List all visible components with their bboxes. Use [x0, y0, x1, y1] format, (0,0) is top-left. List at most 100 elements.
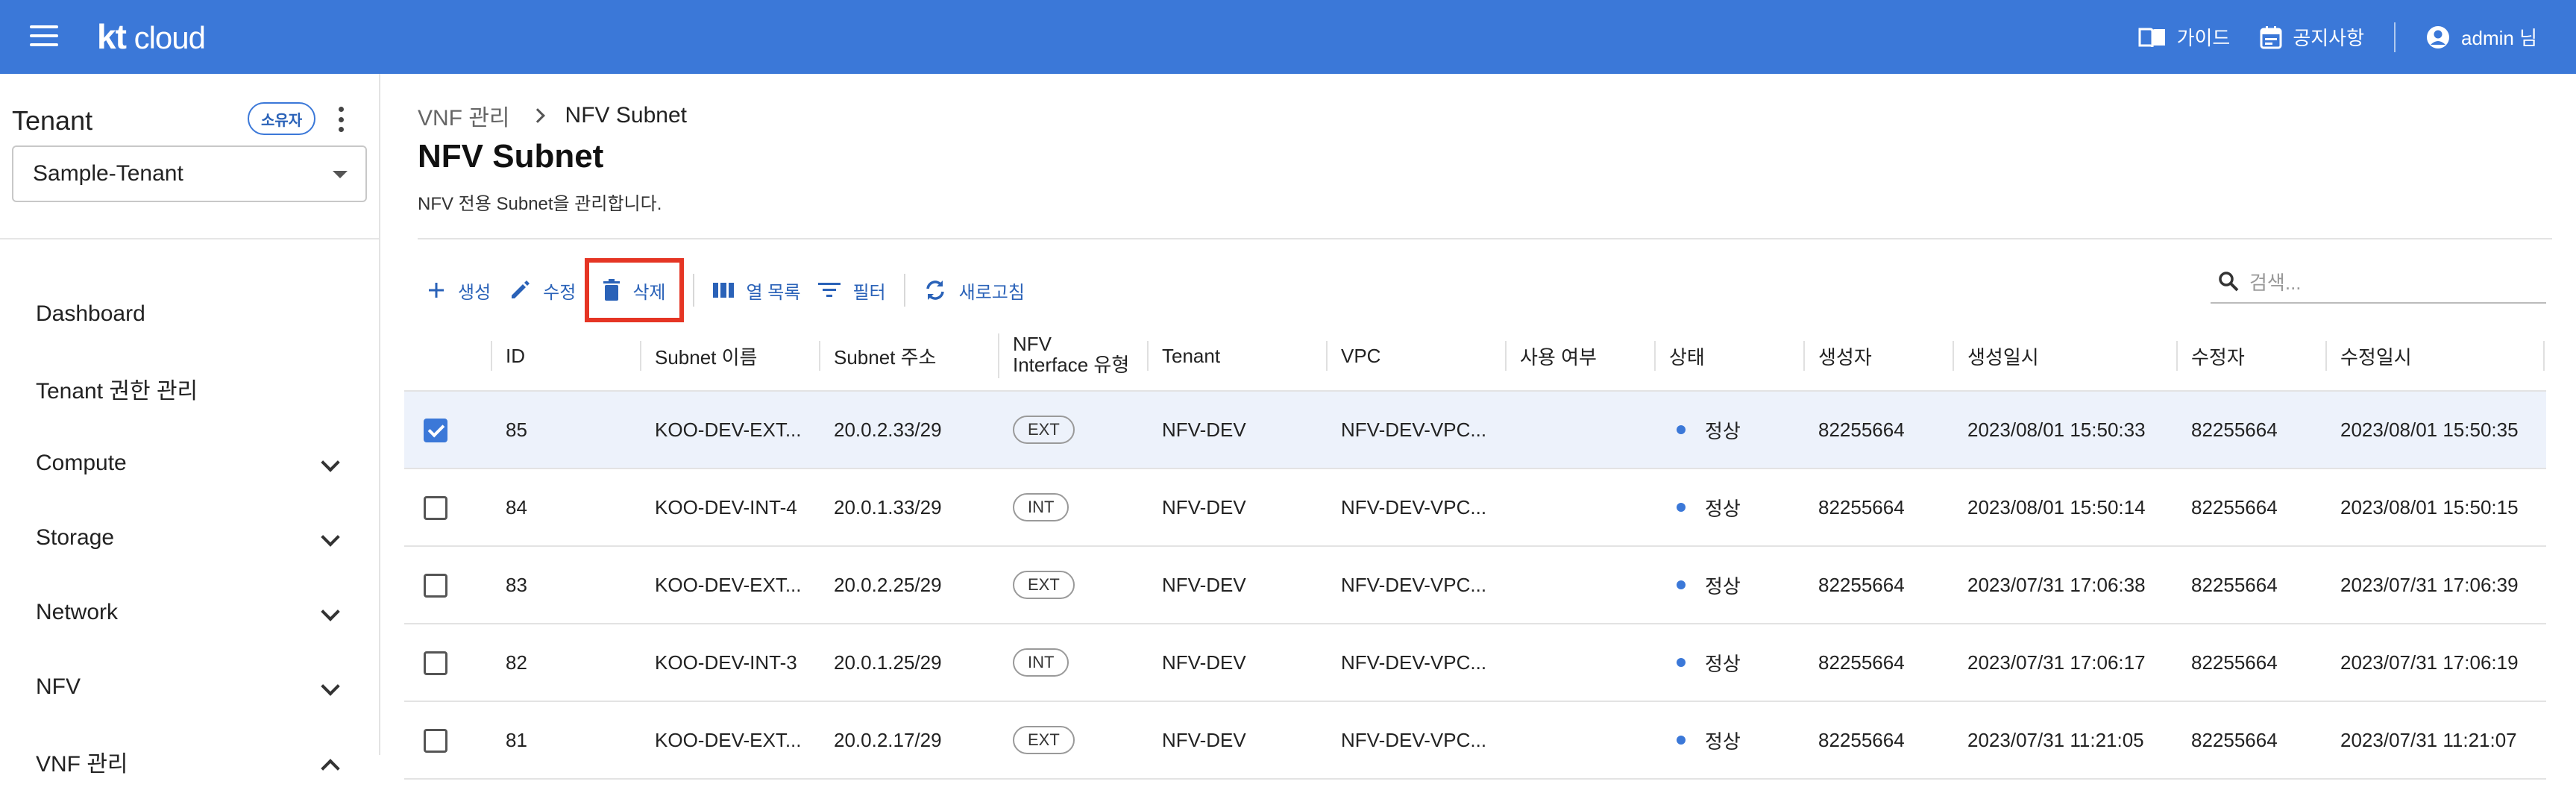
- owner-badge: 소유자: [248, 102, 316, 135]
- column-header-id[interactable]: ID: [491, 341, 525, 371]
- cell-usage: [1505, 547, 1520, 623]
- column-header-vpc[interactable]: VPC: [1326, 341, 1380, 371]
- sidebar-item-label: NFV: [36, 674, 81, 699]
- cell-vpc: NFV-DEV-VPC...: [1341, 418, 1487, 441]
- column-header-status[interactable]: 상태: [1654, 341, 1705, 371]
- sidebar-nav: Dashboard Tenant 권한 관리 Compute Storage N…: [0, 277, 379, 799]
- column-header-created-at[interactable]: 생성일시: [1953, 341, 2039, 371]
- create-button[interactable]: 생성: [418, 260, 500, 320]
- cell-subnet-address: 20.0.2.25/29: [834, 573, 942, 596]
- table-row[interactable]: 85 KOO-DEV-EXT... 20.0.2.33/29 EXT NFV-D…: [404, 392, 2546, 469]
- column-header-tenant[interactable]: Tenant: [1147, 341, 1220, 371]
- cell-subnet-address: 20.0.2.17/29: [834, 728, 942, 751]
- column-header-subnet-name[interactable]: Subnet 이름: [640, 341, 757, 371]
- view-column-icon: [712, 283, 734, 298]
- sidebar-item-label: VNF 관리: [36, 752, 128, 777]
- cell-creator: 82255664: [1818, 495, 1905, 518]
- cell-usage: [1505, 469, 1520, 545]
- cell-id: 85: [506, 418, 527, 441]
- column-header-nfv-interface-type[interactable]: NFV Interface 유형: [998, 333, 1132, 378]
- menu-icon[interactable]: [30, 25, 58, 48]
- cell-status: 정상: [1705, 652, 1741, 675]
- cell-created-at: 2023/07/31 17:06:17: [1967, 651, 2146, 674]
- column-header-creator[interactable]: 생성자: [1803, 341, 1872, 371]
- dropdown-arrow-icon: [333, 171, 348, 178]
- chevron-right-icon: [530, 108, 545, 123]
- column-header-modified-at[interactable]: 수정일시: [2325, 341, 2412, 371]
- filter-label: 필터: [852, 282, 886, 303]
- subnet-table: ID Subnet 이름 Subnet 주소 NFV Interface 유형 …: [404, 320, 2546, 780]
- row-checkbox[interactable]: [424, 651, 447, 675]
- table-row[interactable]: 83 KOO-DEV-EXT... 20.0.2.25/29 EXT NFV-D…: [404, 547, 2546, 624]
- cell-status: 정상: [1705, 730, 1741, 753]
- sidebar-item-nfv[interactable]: NFV: [0, 650, 379, 724]
- breadcrumb-current: NFV Subnet: [565, 103, 687, 128]
- cell-subnet-name: KOO-DEV-EXT...: [655, 418, 802, 441]
- main-content: VNF 관리 NFV Subnet NFV Subnet NFV 전용 Subn…: [382, 74, 2576, 780]
- cell-modified-at: 2023/08/01 15:50:15: [2340, 495, 2519, 518]
- row-checkbox[interactable]: [424, 419, 447, 442]
- cell-subnet-address: 20.0.2.33/29: [834, 418, 942, 441]
- status-dot-icon: [1677, 425, 1686, 434]
- search-field[interactable]: 검색...: [2211, 260, 2546, 304]
- cell-created-at: 2023/08/01 15:50:33: [1967, 418, 2146, 441]
- user-menu[interactable]: admin 님: [2425, 23, 2537, 51]
- delete-label: 삭제: [632, 282, 666, 303]
- sidebar-divider: [0, 238, 379, 239]
- column-header-subnet-address[interactable]: Subnet 주소: [819, 341, 936, 371]
- columns-button[interactable]: 열 목록: [703, 260, 810, 320]
- cell-subnet-name: KOO-DEV-EXT...: [655, 728, 802, 751]
- trash-icon: [603, 279, 621, 301]
- guide-link[interactable]: 가이드: [2138, 23, 2230, 51]
- book-icon: [2138, 28, 2165, 47]
- sidebar-item-tenant-permissions[interactable]: Tenant 권한 관리: [0, 351, 379, 426]
- filter-button[interactable]: 필터: [809, 260, 894, 320]
- refresh-icon: [926, 281, 944, 300]
- sidebar: Tenant 소유자 Sample-Tenant Dashboard Tenan…: [0, 74, 380, 778]
- status-dot-icon: [1677, 658, 1686, 667]
- table-row[interactable]: 81 KOO-DEV-EXT... 20.0.2.17/29 EXT NFV-D…: [404, 702, 2546, 780]
- interface-type-chip: EXT: [1013, 571, 1075, 599]
- cell-creator: 82255664: [1818, 573, 1905, 596]
- table-row[interactable]: 82 KOO-DEV-INT-3 20.0.1.25/29 INT NFV-DE…: [404, 624, 2546, 702]
- sidebar-item-network[interactable]: Network: [0, 575, 379, 650]
- breadcrumb: VNF 관리 NFV Subnet: [418, 99, 687, 132]
- cell-usage: [1505, 392, 1520, 468]
- refresh-button[interactable]: 새로고침: [914, 260, 1034, 320]
- breadcrumb-parent[interactable]: VNF 관리: [418, 99, 510, 132]
- chevron-down-icon: [321, 453, 340, 472]
- row-checkbox[interactable]: [424, 729, 447, 753]
- chevron-down-icon: [321, 677, 340, 696]
- edit-button[interactable]: 수정: [500, 260, 585, 320]
- column-header-usage[interactable]: 사용 여부: [1505, 341, 1597, 371]
- filter-icon: [818, 283, 841, 297]
- cell-creator: 82255664: [1818, 651, 1905, 674]
- page-description: NFV 전용 Subnet을 관리합니다.: [418, 194, 662, 214]
- more-vert-icon[interactable]: [336, 107, 346, 132]
- cell-modifier: 82255664: [2191, 418, 2278, 441]
- delete-button[interactable]: 삭제: [585, 258, 684, 322]
- cell-tenant: NFV-DEV: [1162, 418, 1246, 441]
- notice-link[interactable]: 공지사항: [2260, 23, 2364, 51]
- brand-logo[interactable]: kt cloud: [97, 16, 206, 57]
- cell-subnet-name: KOO-DEV-INT-3: [655, 651, 797, 674]
- sidebar-item-storage[interactable]: Storage: [0, 501, 379, 575]
- table-row[interactable]: 84 KOO-DEV-INT-4 20.0.1.33/29 INT NFV-DE…: [404, 469, 2546, 547]
- cell-status: 정상: [1705, 497, 1741, 520]
- toolbar-separator: [692, 274, 694, 307]
- column-header-modifier[interactable]: 수정자: [2176, 341, 2245, 371]
- cell-usage: [1505, 624, 1520, 701]
- refresh-label: 새로고침: [958, 282, 1025, 303]
- tenant-select[interactable]: Sample-Tenant: [12, 145, 367, 202]
- chevron-down-icon: [321, 602, 340, 621]
- sidebar-item-dashboard[interactable]: Dashboard: [0, 277, 379, 351]
- row-checkbox[interactable]: [424, 496, 447, 520]
- cell-subnet-address: 20.0.1.25/29: [834, 651, 942, 674]
- cell-subnet-address: 20.0.1.33/29: [834, 495, 942, 518]
- row-checkbox[interactable]: [424, 574, 447, 598]
- cell-status: 정상: [1705, 574, 1741, 598]
- cell-vpc: NFV-DEV-VPC...: [1341, 651, 1487, 674]
- sidebar-item-compute[interactable]: Compute: [0, 426, 379, 501]
- page-title: NFV Subnet: [418, 138, 604, 175]
- sidebar-item-vnf-management[interactable]: VNF 관리: [0, 724, 379, 799]
